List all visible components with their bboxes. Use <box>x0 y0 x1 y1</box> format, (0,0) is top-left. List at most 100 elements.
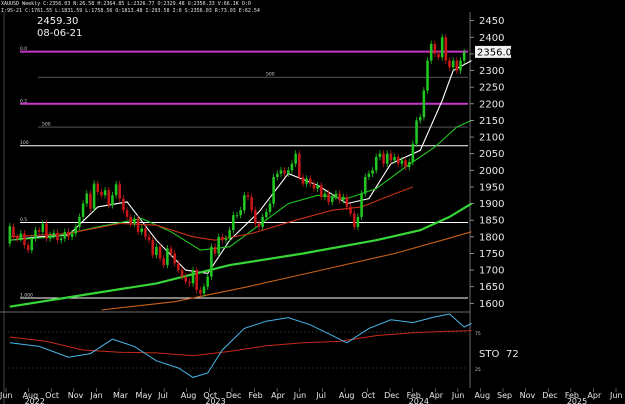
candle-body-32 <box>125 210 129 217</box>
candle-body-42 <box>162 258 166 266</box>
candle-body-92 <box>345 196 349 207</box>
candle-body-9 <box>41 223 45 232</box>
crosshair-date: 08-06-21 <box>37 28 83 39</box>
minor-level-label-1: 500 <box>42 122 51 128</box>
candle-body-95 <box>356 216 360 227</box>
candle-body-81 <box>305 178 308 184</box>
candle-body-71 <box>268 203 272 212</box>
x-tick-label-15: Aug <box>339 391 355 400</box>
candle-body-35 <box>136 218 140 232</box>
candle-body-68 <box>257 223 261 227</box>
candle-body-54 <box>206 276 209 287</box>
x-tick-label-23: Nov <box>520 391 536 400</box>
candle-body-80 <box>301 176 305 184</box>
header-line-2: I:95-21 C:1761.55 L:1831.59 L:1758.56 O:… <box>1 8 260 14</box>
candle-body-88 <box>330 196 334 202</box>
x-tick-label-16: Oct <box>361 391 375 400</box>
x-tick-label-12: Apr <box>271 391 286 400</box>
candle-body-62 <box>235 215 239 217</box>
y-tick-label-12: 2200 <box>479 99 504 110</box>
candle-body-3 <box>19 233 23 239</box>
candle-body-58 <box>221 236 224 241</box>
candle-body-111 <box>415 120 418 144</box>
candle-body-52 <box>199 290 202 294</box>
minor-level-label-0: 500 <box>266 72 275 78</box>
candle-body-0 <box>8 226 12 244</box>
y-tick-label-4: 1800 <box>479 232 504 243</box>
x-tick-label-20: Jun <box>451 391 465 400</box>
stoch-tick-1: 75 <box>475 331 481 337</box>
x-tick-label-3: Nov <box>68 391 84 400</box>
candle-body-14 <box>59 238 63 241</box>
candle-body-114 <box>426 60 429 91</box>
candle-body-73 <box>276 173 279 177</box>
candle-body-13 <box>56 232 59 241</box>
y-tick-label-11: 2150 <box>479 116 504 127</box>
candle-body-44 <box>169 248 173 254</box>
level-line-label-1: 0.2 <box>20 98 27 104</box>
candle-body-61 <box>232 215 235 231</box>
level-line-label-2: 100 <box>20 140 29 146</box>
candle-body-26 <box>103 190 107 196</box>
x-tick-label-19: Apr <box>429 391 444 400</box>
candle-body-19 <box>78 216 81 227</box>
candle-body-27 <box>107 190 111 206</box>
candle-body-103 <box>385 153 389 164</box>
candle-body-33 <box>129 216 133 224</box>
candle-body-76 <box>287 170 290 174</box>
candle-body-124 <box>462 51 466 61</box>
candle-body-100 <box>374 157 378 171</box>
candle-body-85 <box>319 185 323 197</box>
candle-body-6 <box>30 238 34 251</box>
candle-body-74 <box>279 170 283 174</box>
candle-body-34 <box>133 218 136 224</box>
candle-body-107 <box>400 160 404 164</box>
candle-body-109 <box>407 162 411 167</box>
candle-body-91 <box>341 196 345 201</box>
x-tick-label-17: Dec <box>384 391 399 400</box>
candle-body-116 <box>433 43 437 54</box>
candle-body-41 <box>158 246 162 259</box>
candle-body-101 <box>378 153 382 158</box>
candle-body-104 <box>389 153 393 161</box>
x-tick-label-6: May <box>136 391 153 400</box>
price-chart[interactable]: 0.0 0.2 100 0.5 1.000 500 500 25 75 STO 72 1600 16… <box>0 0 625 404</box>
x-tick-label-0: Jun <box>0 391 13 400</box>
candle-body-43 <box>166 248 169 266</box>
x-tick-label-5: Mar <box>113 391 129 400</box>
candle-body-87 <box>327 193 330 202</box>
x-tick-label-13: Jun <box>293 391 307 400</box>
y-tick-label-14: 2300 <box>479 66 504 77</box>
candle-body-15 <box>63 231 67 239</box>
candle-body-45 <box>173 253 176 264</box>
candle-body-29 <box>114 184 118 196</box>
candle-body-21 <box>85 193 89 204</box>
candle-body-24 <box>96 183 100 192</box>
candle-body-121 <box>451 60 455 68</box>
y-tick-label-1: 1650 <box>479 282 504 293</box>
candle-body-48 <box>184 276 187 282</box>
crosshair-price: 2459.30 <box>37 16 79 27</box>
candle-body-78 <box>294 153 297 164</box>
candle-body-67 <box>254 210 257 224</box>
candle-body-18 <box>74 226 78 234</box>
candle-body-115 <box>429 43 433 61</box>
candle-body-49 <box>188 281 191 284</box>
y-tick-label-7: 1950 <box>479 182 504 193</box>
candle-body-123 <box>459 60 462 71</box>
x-tick-label-26: Apr <box>587 391 602 400</box>
candle-body-99 <box>371 170 374 174</box>
candle-body-86 <box>323 193 327 197</box>
candle-body-83 <box>312 183 316 189</box>
x-tick-label-14: Jul <box>315 391 326 400</box>
candle-body-20 <box>81 203 85 217</box>
year-label-0: 2022 <box>25 397 45 404</box>
stoch-tick-0: 25 <box>475 367 481 373</box>
candle-body-120 <box>448 60 451 68</box>
candle-body-79 <box>298 153 301 177</box>
candle-body-112 <box>418 117 422 121</box>
level-line-label-3: 0.5 <box>20 217 27 223</box>
candle-body-38 <box>147 236 151 241</box>
y-tick-label-9: 2050 <box>479 149 504 160</box>
candle-body-10 <box>45 223 48 239</box>
